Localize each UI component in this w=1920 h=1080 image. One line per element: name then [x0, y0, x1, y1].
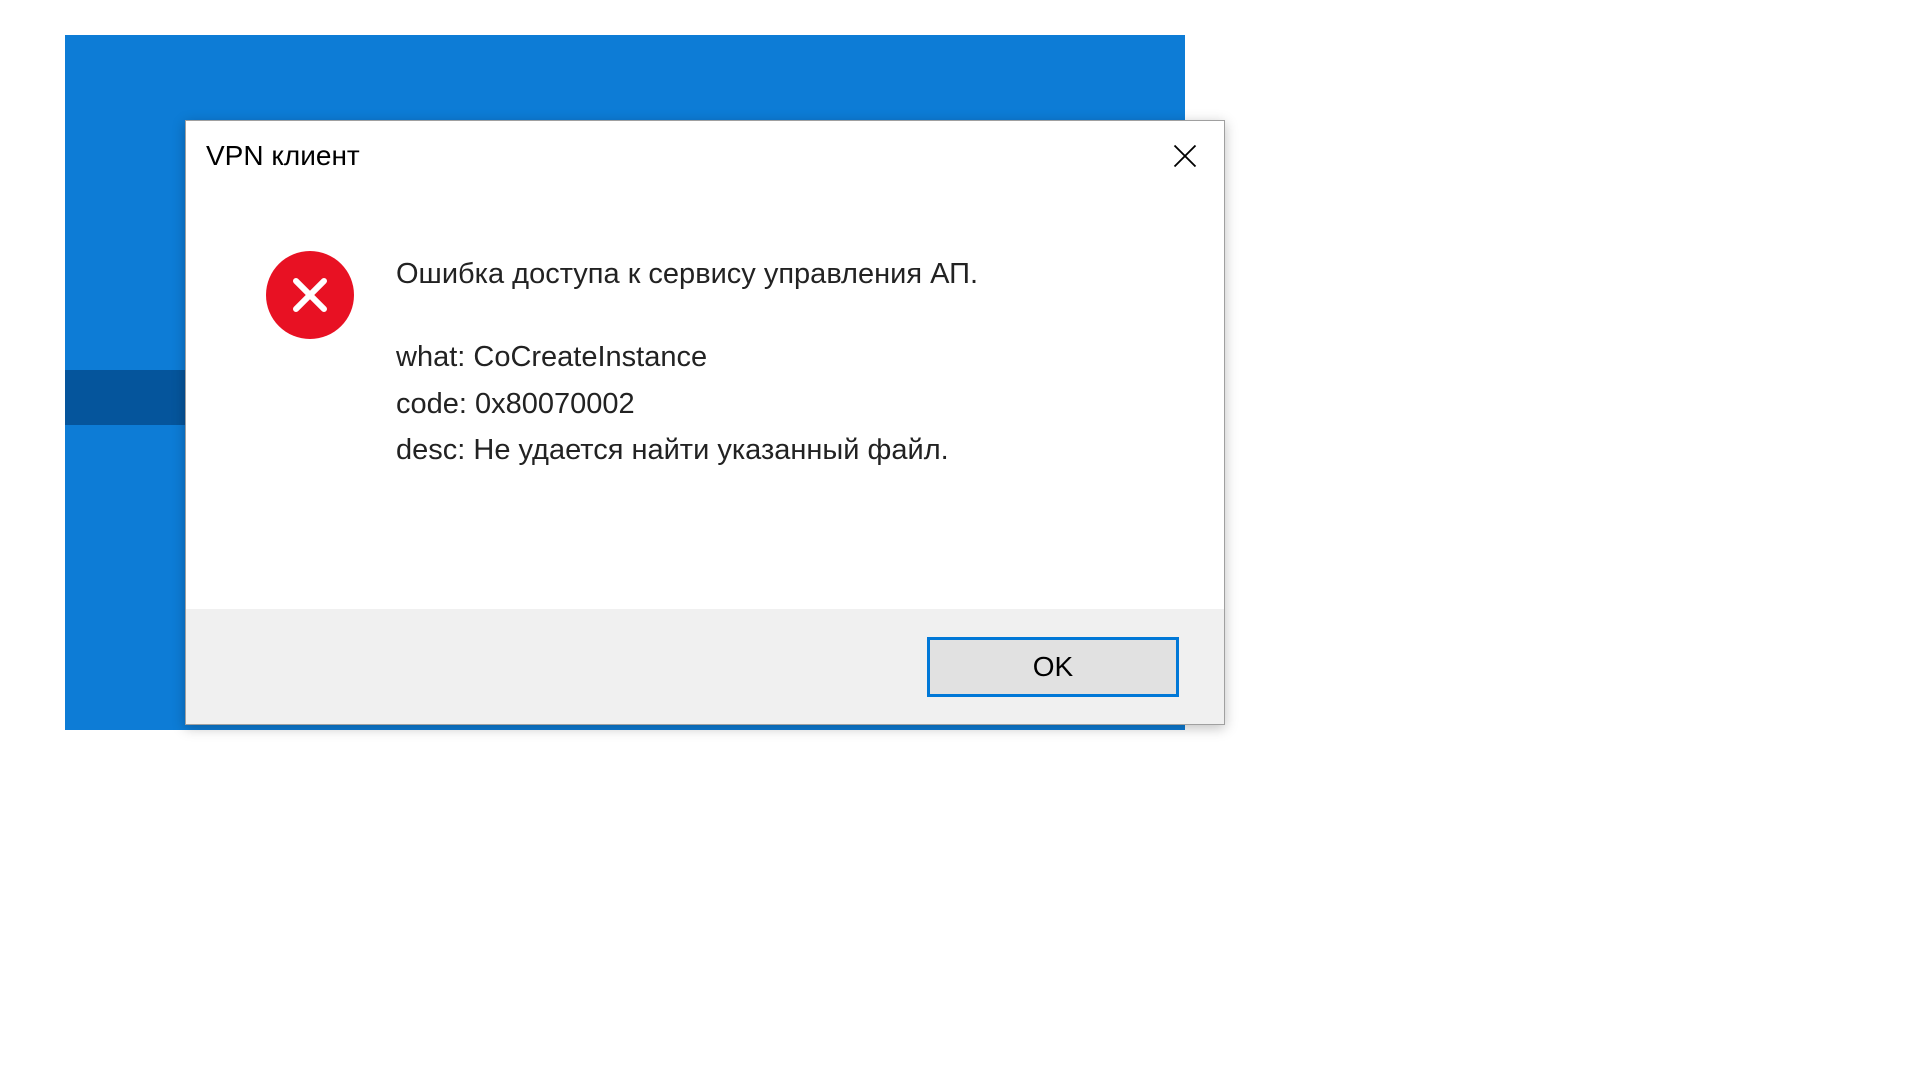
error-message-heading: Ошибка доступа к сервису управления АП.	[396, 255, 1184, 294]
error-dialog: VPN клиент Ошибка доступа к сервису упра…	[185, 120, 1225, 725]
close-button[interactable]	[1164, 135, 1206, 177]
desktop-background: VPN клиент Ошибка доступа к сервису упра…	[65, 35, 1185, 730]
dialog-footer: OK	[186, 609, 1224, 724]
dialog-title: VPN клиент	[206, 140, 360, 172]
dialog-titlebar: VPN клиент	[186, 121, 1224, 191]
error-icon	[266, 251, 354, 339]
error-detail-what: what: CoCreateInstance	[396, 334, 1184, 380]
error-detail-desc: desc: Не удается найти указанный файл.	[396, 427, 1184, 473]
ok-button[interactable]: OK	[927, 637, 1179, 697]
error-details: what: CoCreateInstance code: 0x80070002 …	[396, 334, 1184, 473]
close-icon	[1171, 142, 1199, 170]
error-detail-code: code: 0x80070002	[396, 381, 1184, 427]
dialog-message-area: Ошибка доступа к сервису управления АП. …	[396, 251, 1184, 473]
dialog-content: Ошибка доступа к сервису управления АП. …	[186, 191, 1224, 609]
